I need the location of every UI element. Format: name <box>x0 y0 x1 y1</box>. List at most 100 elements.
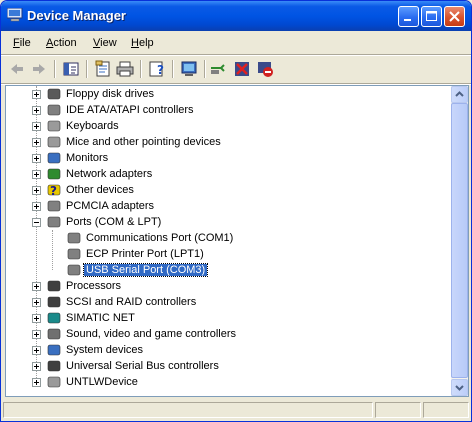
toolbar-separator <box>54 60 56 78</box>
menu-help[interactable]: Help <box>131 37 154 49</box>
tree-category-row[interactable]: Ports (COM & LPT) <box>6 214 446 230</box>
tree-category-row[interactable]: Floppy disk drives <box>6 86 446 102</box>
tree-category-row[interactable]: Network adapters <box>6 166 446 182</box>
toolbar: ? <box>1 56 471 82</box>
generic-device-icon <box>47 376 61 388</box>
expand-toggle-icon[interactable] <box>32 138 41 147</box>
help-icon[interactable]: ? <box>147 59 167 79</box>
tree-device-row[interactable]: USB Serial Port (COM3) <box>6 262 446 278</box>
port-connector-icon <box>67 248 81 260</box>
tree-category-label: IDE ATA/ATAPI controllers <box>66 104 194 116</box>
tree-category-label: Sound, video and game controllers <box>66 328 236 340</box>
device-manager-app-icon <box>7 8 23 22</box>
tree-category-label: UNTLWDevice <box>66 376 138 388</box>
disable-device-icon[interactable] <box>255 59 275 79</box>
expand-toggle-icon[interactable] <box>32 282 41 291</box>
simatic-net-icon <box>47 312 61 324</box>
menu-action[interactable]: Action <box>46 37 77 49</box>
tree-category-row[interactable]: ? Other devices <box>6 182 446 198</box>
scroll-down-button[interactable] <box>451 379 468 396</box>
port-connector-icon <box>67 232 81 244</box>
tree-category-row[interactable]: Keyboards <box>6 118 446 134</box>
expand-toggle-icon[interactable] <box>32 362 41 371</box>
ide-controller-icon <box>47 104 61 116</box>
expand-toggle-icon[interactable] <box>32 106 41 115</box>
tree-category-row[interactable]: SCSI and RAID controllers <box>6 294 446 310</box>
properties-icon[interactable] <box>93 59 113 79</box>
tree-device-label: ECP Printer Port (LPT1) <box>86 248 204 260</box>
scroll-up-arrow-icon <box>455 91 464 97</box>
title-bar[interactable]: Device Manager <box>1 1 471 31</box>
tree-category-label: Monitors <box>66 152 109 164</box>
tree-device-label: USB Serial Port (COM3) <box>82 263 209 277</box>
tree-device-row[interactable]: ECP Printer Port (LPT1) <box>6 246 446 262</box>
print-icon[interactable] <box>115 59 135 79</box>
expand-toggle-icon[interactable] <box>32 314 41 323</box>
window-title: Device Manager <box>27 8 126 23</box>
device-tree-panel[interactable]: Floppy disk drives IDE ATA/ATAPI controll… <box>5 85 469 397</box>
vertical-scrollbar[interactable] <box>451 86 468 396</box>
menu-file[interactable]: File <box>13 37 31 49</box>
expand-toggle-icon[interactable] <box>32 202 41 211</box>
tree-category-label: Processors <box>66 280 122 292</box>
tree-category-row[interactable]: Mice and other pointing devices <box>6 134 446 150</box>
sound-icon <box>47 328 61 340</box>
back-arrow-icon[interactable] <box>7 59 27 79</box>
tree-category-row[interactable]: Universal Serial Bus controllers <box>6 358 446 374</box>
menu-bar: File Action View Help <box>1 33 471 53</box>
toolbar-separator <box>204 60 206 78</box>
tree-device-label: Communications Port (COM1) <box>86 232 234 244</box>
expand-toggle-icon[interactable] <box>32 122 41 131</box>
tree-category-row[interactable]: Sound, video and game controllers <box>6 326 446 342</box>
show-hide-console-tree-icon[interactable] <box>61 59 81 79</box>
tree-category-row[interactable]: UNTLWDevice <box>6 374 446 390</box>
close-button[interactable] <box>444 6 465 27</box>
status-pane-main <box>3 402 373 418</box>
collapse-toggle-icon[interactable] <box>32 218 41 227</box>
update-driver-icon[interactable] <box>209 59 229 79</box>
tree-category-row[interactable]: Monitors <box>6 150 446 166</box>
scrollbar-thumb[interactable] <box>451 103 468 378</box>
scsi-controller-icon <box>47 296 61 308</box>
mouse-icon <box>47 136 61 148</box>
tree-category-row[interactable]: SIMATIC NET <box>6 310 446 326</box>
expand-toggle-icon[interactable] <box>32 154 41 163</box>
tree-category-label: System devices <box>66 344 144 356</box>
expand-toggle-icon[interactable] <box>32 330 41 339</box>
tree-category-label: Other devices <box>66 184 134 196</box>
expand-toggle-icon[interactable] <box>32 170 41 179</box>
status-pane-3 <box>423 402 469 418</box>
device-manager-window: Device Manager File Action View Help ? F… <box>0 0 472 422</box>
tree-category-label: SCSI and RAID controllers <box>66 296 197 308</box>
tree-category-row[interactable]: System devices <box>6 342 446 358</box>
tree-category-row[interactable]: IDE ATA/ATAPI controllers <box>6 102 446 118</box>
close-icon <box>449 11 460 22</box>
tree-category-label: Keyboards <box>66 120 119 132</box>
keyboard-icon <box>47 120 61 132</box>
port-connector-icon <box>67 264 81 276</box>
status-pane-2 <box>375 402 421 418</box>
maximize-button[interactable] <box>421 6 442 27</box>
uninstall-device-icon[interactable] <box>232 59 252 79</box>
floppy-drive-icon <box>47 88 61 100</box>
toolbar-separator <box>140 60 142 78</box>
minimize-icon <box>404 19 411 21</box>
network-adapter-icon <box>47 168 61 180</box>
tree-category-label: Floppy disk drives <box>66 88 155 100</box>
tree-category-row[interactable]: PCMCIA adapters <box>6 198 446 214</box>
maximize-icon <box>426 11 437 21</box>
tree-device-row[interactable]: Communications Port (COM1) <box>6 230 446 246</box>
toolbar-separator <box>86 60 88 78</box>
expand-toggle-icon[interactable] <box>32 378 41 387</box>
minimize-button[interactable] <box>398 6 419 27</box>
scan-hardware-changes-icon[interactable] <box>179 59 199 79</box>
menu-view[interactable]: View <box>93 37 117 49</box>
expand-toggle-icon[interactable] <box>32 298 41 307</box>
expand-toggle-icon[interactable] <box>32 186 41 195</box>
expand-toggle-icon[interactable] <box>32 90 41 99</box>
forward-arrow-icon[interactable] <box>29 59 49 79</box>
expand-toggle-icon[interactable] <box>32 346 41 355</box>
tree-category-label: Ports (COM & LPT) <box>66 216 162 228</box>
tree-category-row[interactable]: Processors <box>6 278 446 294</box>
scroll-up-button[interactable] <box>451 86 468 103</box>
